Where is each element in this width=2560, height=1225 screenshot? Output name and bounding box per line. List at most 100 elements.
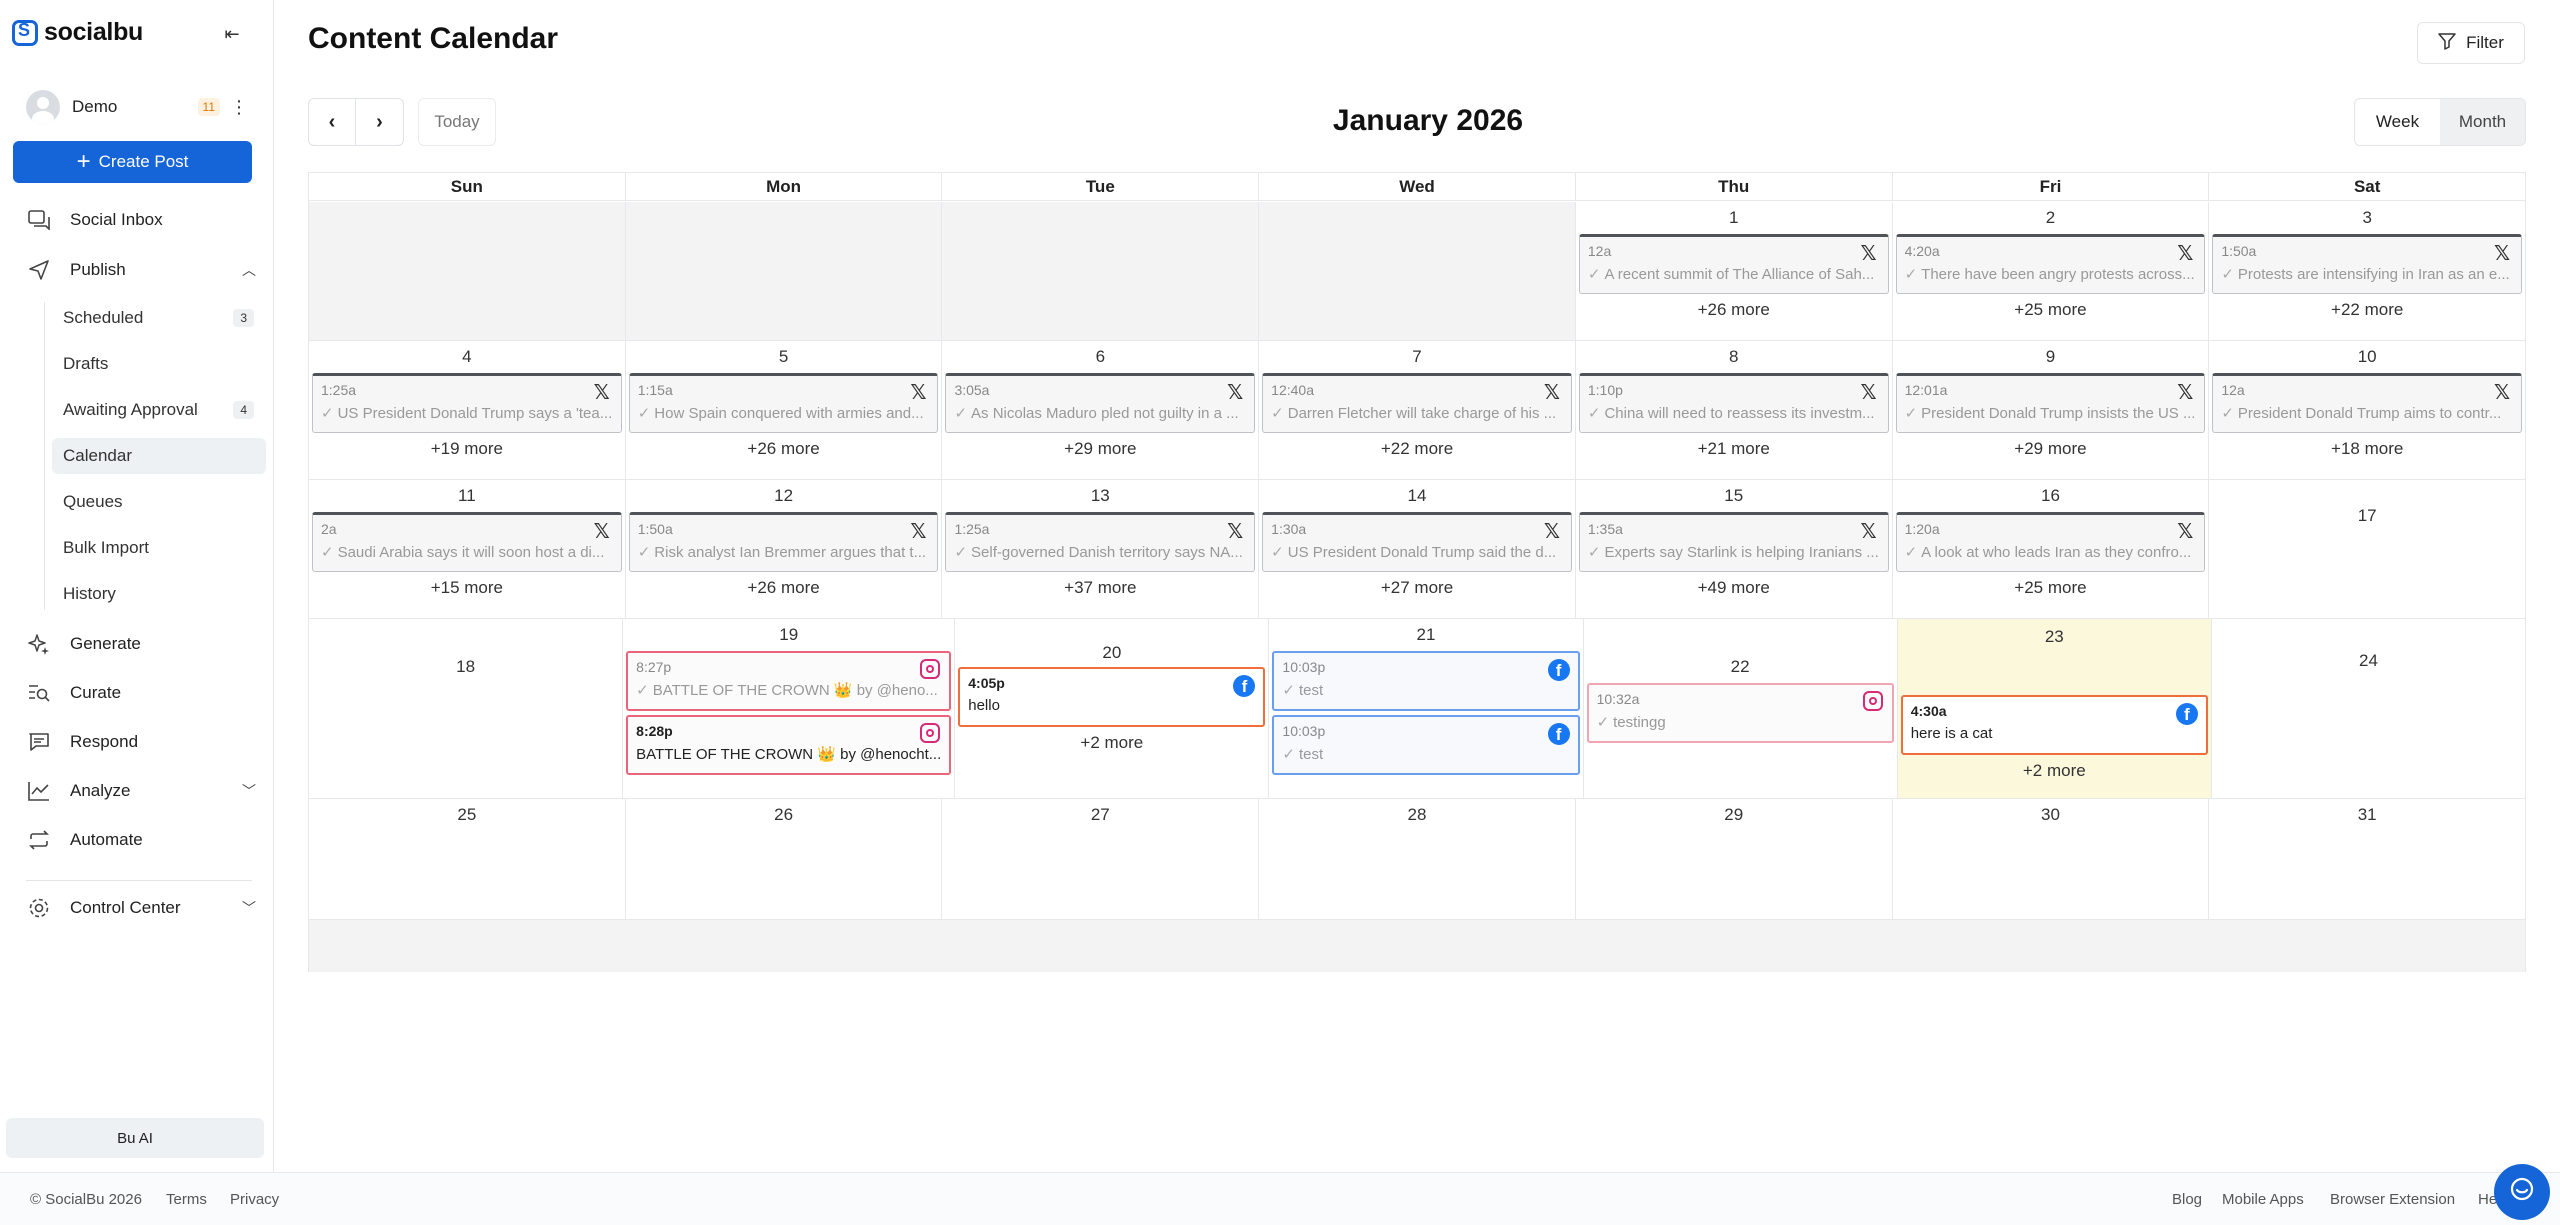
sub-drafts[interactable]: Drafts xyxy=(52,346,266,382)
more-link[interactable]: +19 more xyxy=(309,439,625,459)
post-card[interactable]: 4:30a here is a cat f xyxy=(1900,695,2208,755)
create-post-button[interactable]: + Create Post xyxy=(13,141,252,183)
more-link[interactable]: +26 more xyxy=(626,578,942,598)
post-card[interactable]: 8:27p ✓ BATTLE OF THE CROWN 👑 by @heno... xyxy=(626,651,952,711)
more-link[interactable]: +26 more xyxy=(626,439,942,459)
day-cell[interactable]: 7 12:40a ✓ Darren Fletcher will take char… xyxy=(1259,341,1576,479)
post-card[interactable]: 1:25a ✓ Self-governed Danish territory sa… xyxy=(945,512,1256,572)
more-vertical-icon[interactable]: ⋮ xyxy=(230,97,248,118)
day-cell-today[interactable]: 23 4:30a here is a cat f +2 more xyxy=(1897,619,2212,798)
bu-ai-button[interactable]: Bu AI xyxy=(6,1118,264,1158)
sub-queues[interactable]: Queues xyxy=(52,484,266,520)
nav-publish[interactable]: Publish ︿ xyxy=(26,252,256,288)
post-card[interactable]: 4:20a ✓ There have been angry protests ac… xyxy=(1895,234,2206,294)
post-card[interactable]: 2a ✓ Saudi Arabia says it will soon host … xyxy=(312,512,622,572)
day-cell[interactable]: 10 12a ✓ President Donald Trump aims to c… xyxy=(2209,341,2525,479)
more-link[interactable]: +18 more xyxy=(2209,439,2525,459)
day-cell[interactable]: 27 xyxy=(942,799,1260,919)
nav-analyze[interactable]: Analyze ﹀ xyxy=(26,773,256,809)
more-link[interactable]: +27 more xyxy=(1259,578,1575,598)
privacy-link[interactable]: Privacy xyxy=(230,1191,279,1208)
day-cell[interactable]: 14 1:30a ✓ US President Donald Trump said… xyxy=(1259,480,1576,618)
terms-link[interactable]: Terms xyxy=(166,1191,207,1208)
nav-generate[interactable]: Generate xyxy=(26,626,256,662)
post-card[interactable]: 1:50a ✓ Risk analyst Ian Bremmer argues t… xyxy=(628,512,939,572)
post-card[interactable]: 8:28p BATTLE OF THE CROWN 👑 by @henocht.… xyxy=(626,715,952,775)
day-cell[interactable]: 8 1:10p ✓ China will need to reassess its… xyxy=(1576,341,1893,479)
sub-bulk-import[interactable]: Bulk Import xyxy=(52,530,266,566)
day-cell[interactable]: 29 xyxy=(1576,799,1893,919)
more-link[interactable]: +15 more xyxy=(309,578,625,598)
more-link[interactable]: +49 more xyxy=(1576,578,1892,598)
month-view-button[interactable]: Month xyxy=(2440,99,2525,145)
post-card[interactable]: 4:05p hello f xyxy=(958,667,1266,727)
day-cell[interactable]: 20 4:05p hello f +2 more xyxy=(955,619,1270,798)
post-card[interactable]: 1:50a ✓ Protests are intensifying in Iran… xyxy=(2212,234,2523,294)
day-cell[interactable]: 30 xyxy=(1893,799,2210,919)
day-cell[interactable]: 9 12:01a ✓ President Donald Trump insists… xyxy=(1893,341,2210,479)
post-card[interactable]: 12a ✓ A recent summit of The Alliance of … xyxy=(1578,234,1889,294)
day-cell[interactable]: 24 xyxy=(2212,619,2525,798)
nav-social-inbox[interactable]: Social Inbox xyxy=(26,202,256,238)
day-cell[interactable]: 1 12a ✓ A recent summit of The Alliance o… xyxy=(1576,202,1893,340)
day-cell[interactable]: 6 3:05a ✓ As Nicolas Maduro pled not guil… xyxy=(942,341,1260,479)
post-card[interactable]: 1:10p ✓ China will need to reassess its i… xyxy=(1578,373,1889,433)
next-month-button[interactable]: › xyxy=(356,98,404,146)
sub-awaiting-approval[interactable]: Awaiting Approval 4 xyxy=(52,392,266,428)
day-cell[interactable]: 19 8:27p ✓ BATTLE OF THE CROWN 👑 by @heno… xyxy=(623,619,956,798)
nav-control-center[interactable]: Control Center ﹀ xyxy=(26,890,256,926)
day-cell[interactable]: 18 xyxy=(309,619,624,798)
post-card[interactable]: 1:25a ✓ US President Donald Trump says a … xyxy=(312,373,622,433)
week-view-button[interactable]: Week xyxy=(2355,99,2440,145)
chevron-down-icon[interactable]: ﹀ xyxy=(242,781,256,801)
sub-history[interactable]: History xyxy=(52,576,266,612)
more-link[interactable]: +25 more xyxy=(1893,300,2209,320)
more-link[interactable]: +26 more xyxy=(1576,300,1892,320)
collapse-sidebar-icon[interactable]: ⇤ xyxy=(220,22,244,46)
more-link[interactable]: +2 more xyxy=(955,733,1268,753)
post-card[interactable]: 10:03p ✓ test f xyxy=(1272,715,1580,775)
post-card[interactable]: 12:40a ✓ Darren Fletcher will take charge… xyxy=(1262,373,1572,433)
chevron-up-icon[interactable]: ︿ xyxy=(242,260,256,280)
sub-calendar[interactable]: Calendar xyxy=(52,438,266,474)
day-cell[interactable]: 25 xyxy=(309,799,626,919)
post-card[interactable]: 1:35a ✓ Experts say Starlink is helping I… xyxy=(1578,512,1889,572)
day-cell[interactable]: 16 1:20a ✓ A look at who leads Iran as th… xyxy=(1893,480,2210,618)
nav-respond[interactable]: Respond xyxy=(26,724,256,760)
post-card[interactable]: 3:05a ✓ As Nicolas Maduro pled not guilty… xyxy=(945,373,1256,433)
today-button[interactable]: Today xyxy=(418,98,496,146)
post-card[interactable]: 12:01a ✓ President Donald Trump insists t… xyxy=(1895,373,2206,433)
notification-badge[interactable]: 11 xyxy=(197,98,220,116)
day-cell[interactable]: 28 xyxy=(1259,799,1576,919)
browser-extension-link[interactable]: Browser Extension xyxy=(2330,1191,2455,1208)
more-link[interactable]: +22 more xyxy=(1259,439,1575,459)
support-chat-button[interactable] xyxy=(2494,1164,2550,1220)
day-cell[interactable]: 21 10:03p ✓ test f 10:03p ✓ test f xyxy=(1269,619,1584,798)
day-cell[interactable]: 5 1:15a ✓ How Spain conquered with armies… xyxy=(626,341,943,479)
day-cell[interactable]: 22 10:32a ✓ testingg xyxy=(1584,619,1898,798)
chevron-down-icon[interactable]: ﹀ xyxy=(242,898,256,918)
post-card[interactable]: 10:32a ✓ testingg xyxy=(1586,683,1894,743)
day-cell[interactable]: 26 xyxy=(626,799,943,919)
day-cell[interactable]: 31 xyxy=(2209,799,2525,919)
sub-scheduled[interactable]: Scheduled 3 xyxy=(52,300,266,336)
post-card[interactable]: 1:15a ✓ How Spain conquered with armies a… xyxy=(628,373,939,433)
more-link[interactable]: +22 more xyxy=(2209,300,2525,320)
more-link[interactable]: +37 more xyxy=(942,578,1258,598)
post-card[interactable]: 1:30a ✓ US President Donald Trump said th… xyxy=(1262,512,1572,572)
more-link[interactable]: +2 more xyxy=(1898,761,2211,781)
nav-curate[interactable]: Curate xyxy=(26,675,256,711)
day-cell[interactable]: 11 2a ✓ Saudi Arabia says it will soon ho… xyxy=(309,480,626,618)
post-card[interactable]: 1:20a ✓ A look at who leads Iran as they … xyxy=(1895,512,2206,572)
day-cell[interactable]: 2 4:20a ✓ There have been angry protests … xyxy=(1893,202,2210,340)
logo[interactable]: socialbu xyxy=(12,18,143,47)
more-link[interactable]: +29 more xyxy=(942,439,1258,459)
day-cell[interactable]: 4 1:25a ✓ US President Donald Trump says … xyxy=(309,341,626,479)
day-cell[interactable]: 13 1:25a ✓ Self-governed Danish territory… xyxy=(942,480,1260,618)
post-card[interactable]: 12a ✓ President Donald Trump aims to cont… xyxy=(2212,373,2523,433)
mobile-apps-link[interactable]: Mobile Apps xyxy=(2222,1191,2304,1208)
nav-automate[interactable]: Automate xyxy=(26,822,256,858)
day-cell[interactable]: 15 1:35a ✓ Experts say Starlink is helpin… xyxy=(1576,480,1893,618)
more-link[interactable]: +21 more xyxy=(1576,439,1892,459)
more-link[interactable]: +25 more xyxy=(1893,578,2209,598)
